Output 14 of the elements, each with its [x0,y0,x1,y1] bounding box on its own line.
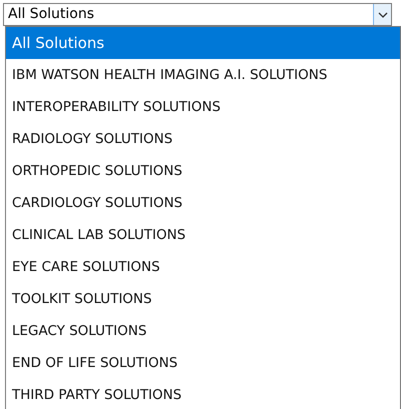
dropdown-option[interactable]: All Solutions [6,27,400,59]
dropdown-option[interactable]: EYE CARE SOLUTIONS [6,251,400,283]
dropdown-option[interactable]: RADIOLOGY SOLUTIONS [6,123,400,155]
dropdown-option[interactable]: TOOLKIT SOLUTIONS [6,283,400,315]
dropdown-option[interactable]: CLINICAL LAB SOLUTIONS [6,219,400,251]
dropdown-option[interactable]: CARDIOLOGY SOLUTIONS [6,187,400,219]
dropdown-option[interactable]: ORTHOPEDIC SOLUTIONS [6,155,400,187]
dropdown-option[interactable]: IBM WATSON HEALTH IMAGING A.I. SOLUTIONS [6,59,400,91]
dropdown-option[interactable]: THIRD PARTY SOLUTIONS [6,379,400,409]
dropdown-option[interactable]: END OF LIFE SOLUTIONS [6,347,400,379]
dropdown-option[interactable]: INTEROPERABILITY SOLUTIONS [6,91,400,123]
solutions-select[interactable]: All Solutions [3,3,392,26]
dropdown-option[interactable]: LEGACY SOLUTIONS [6,315,400,347]
caret-icon [373,4,391,25]
